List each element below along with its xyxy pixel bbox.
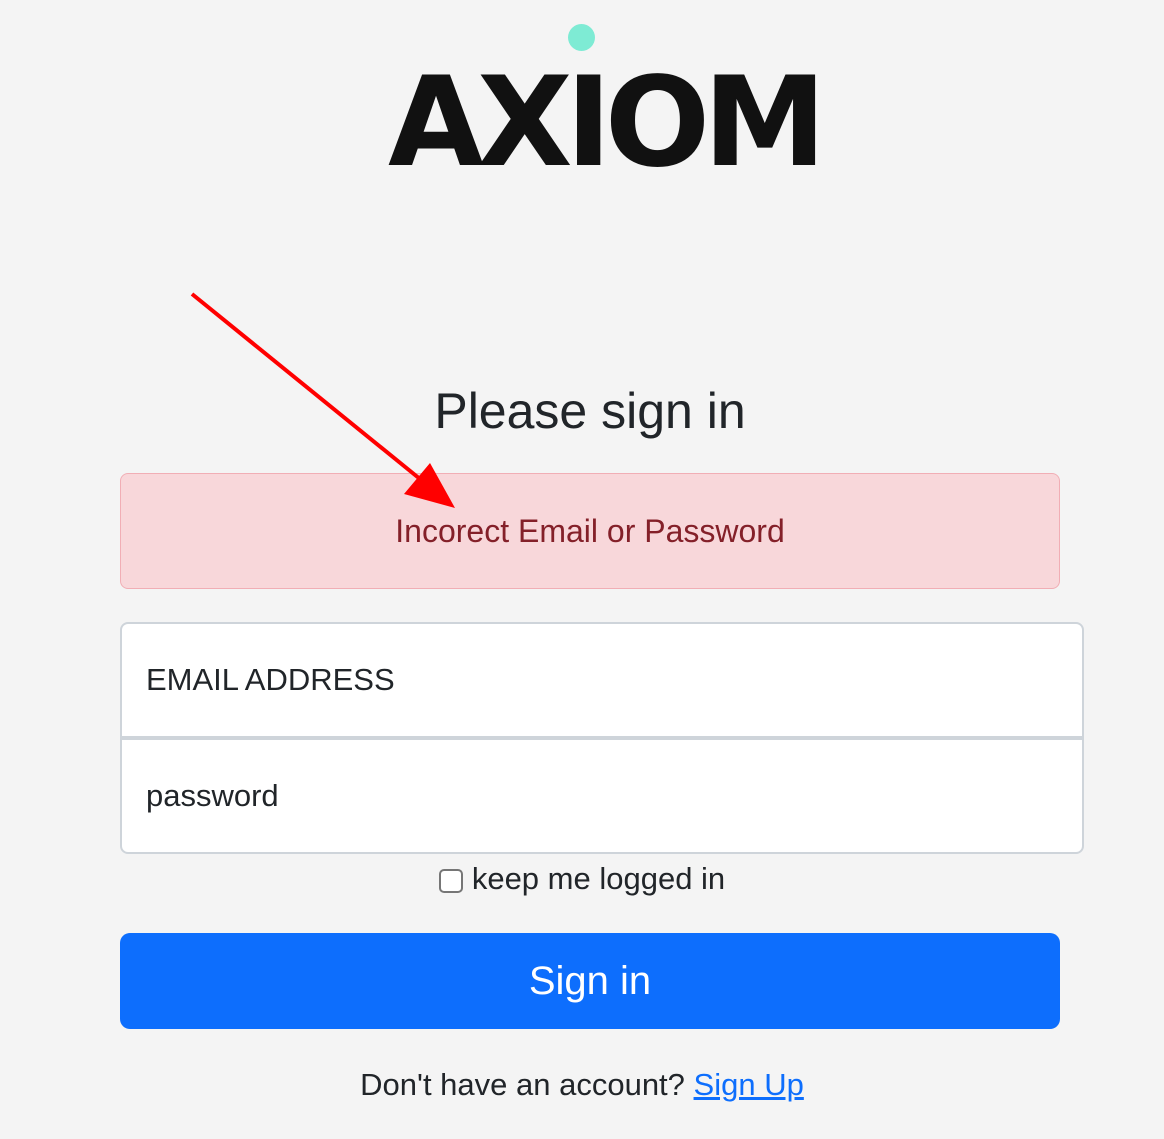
signup-prompt: Don't have an account? Sign Up bbox=[0, 1062, 1164, 1108]
remember-me-label[interactable]: keep me logged in bbox=[472, 861, 725, 897]
error-message: Incorect Email or Password bbox=[395, 513, 785, 549]
remember-me-checkbox[interactable] bbox=[438, 869, 463, 893]
sign-up-link[interactable]: Sign Up bbox=[694, 1067, 804, 1102]
error-alert: Incorect Email or Password bbox=[120, 473, 1060, 589]
password-field[interactable] bbox=[120, 738, 1084, 854]
logo-text: AXIOM bbox=[388, 51, 827, 195]
axiom-logo: AXIOM bbox=[388, 20, 827, 195]
remember-me-row: keep me logged in bbox=[0, 856, 1164, 902]
page-title: Please sign in bbox=[434, 383, 746, 439]
sign-in-button[interactable]: Sign in bbox=[120, 933, 1060, 1029]
signup-prompt-text: Don't have an account? bbox=[360, 1067, 685, 1102]
logo-dot-icon bbox=[568, 24, 595, 51]
email-field[interactable] bbox=[120, 622, 1084, 738]
